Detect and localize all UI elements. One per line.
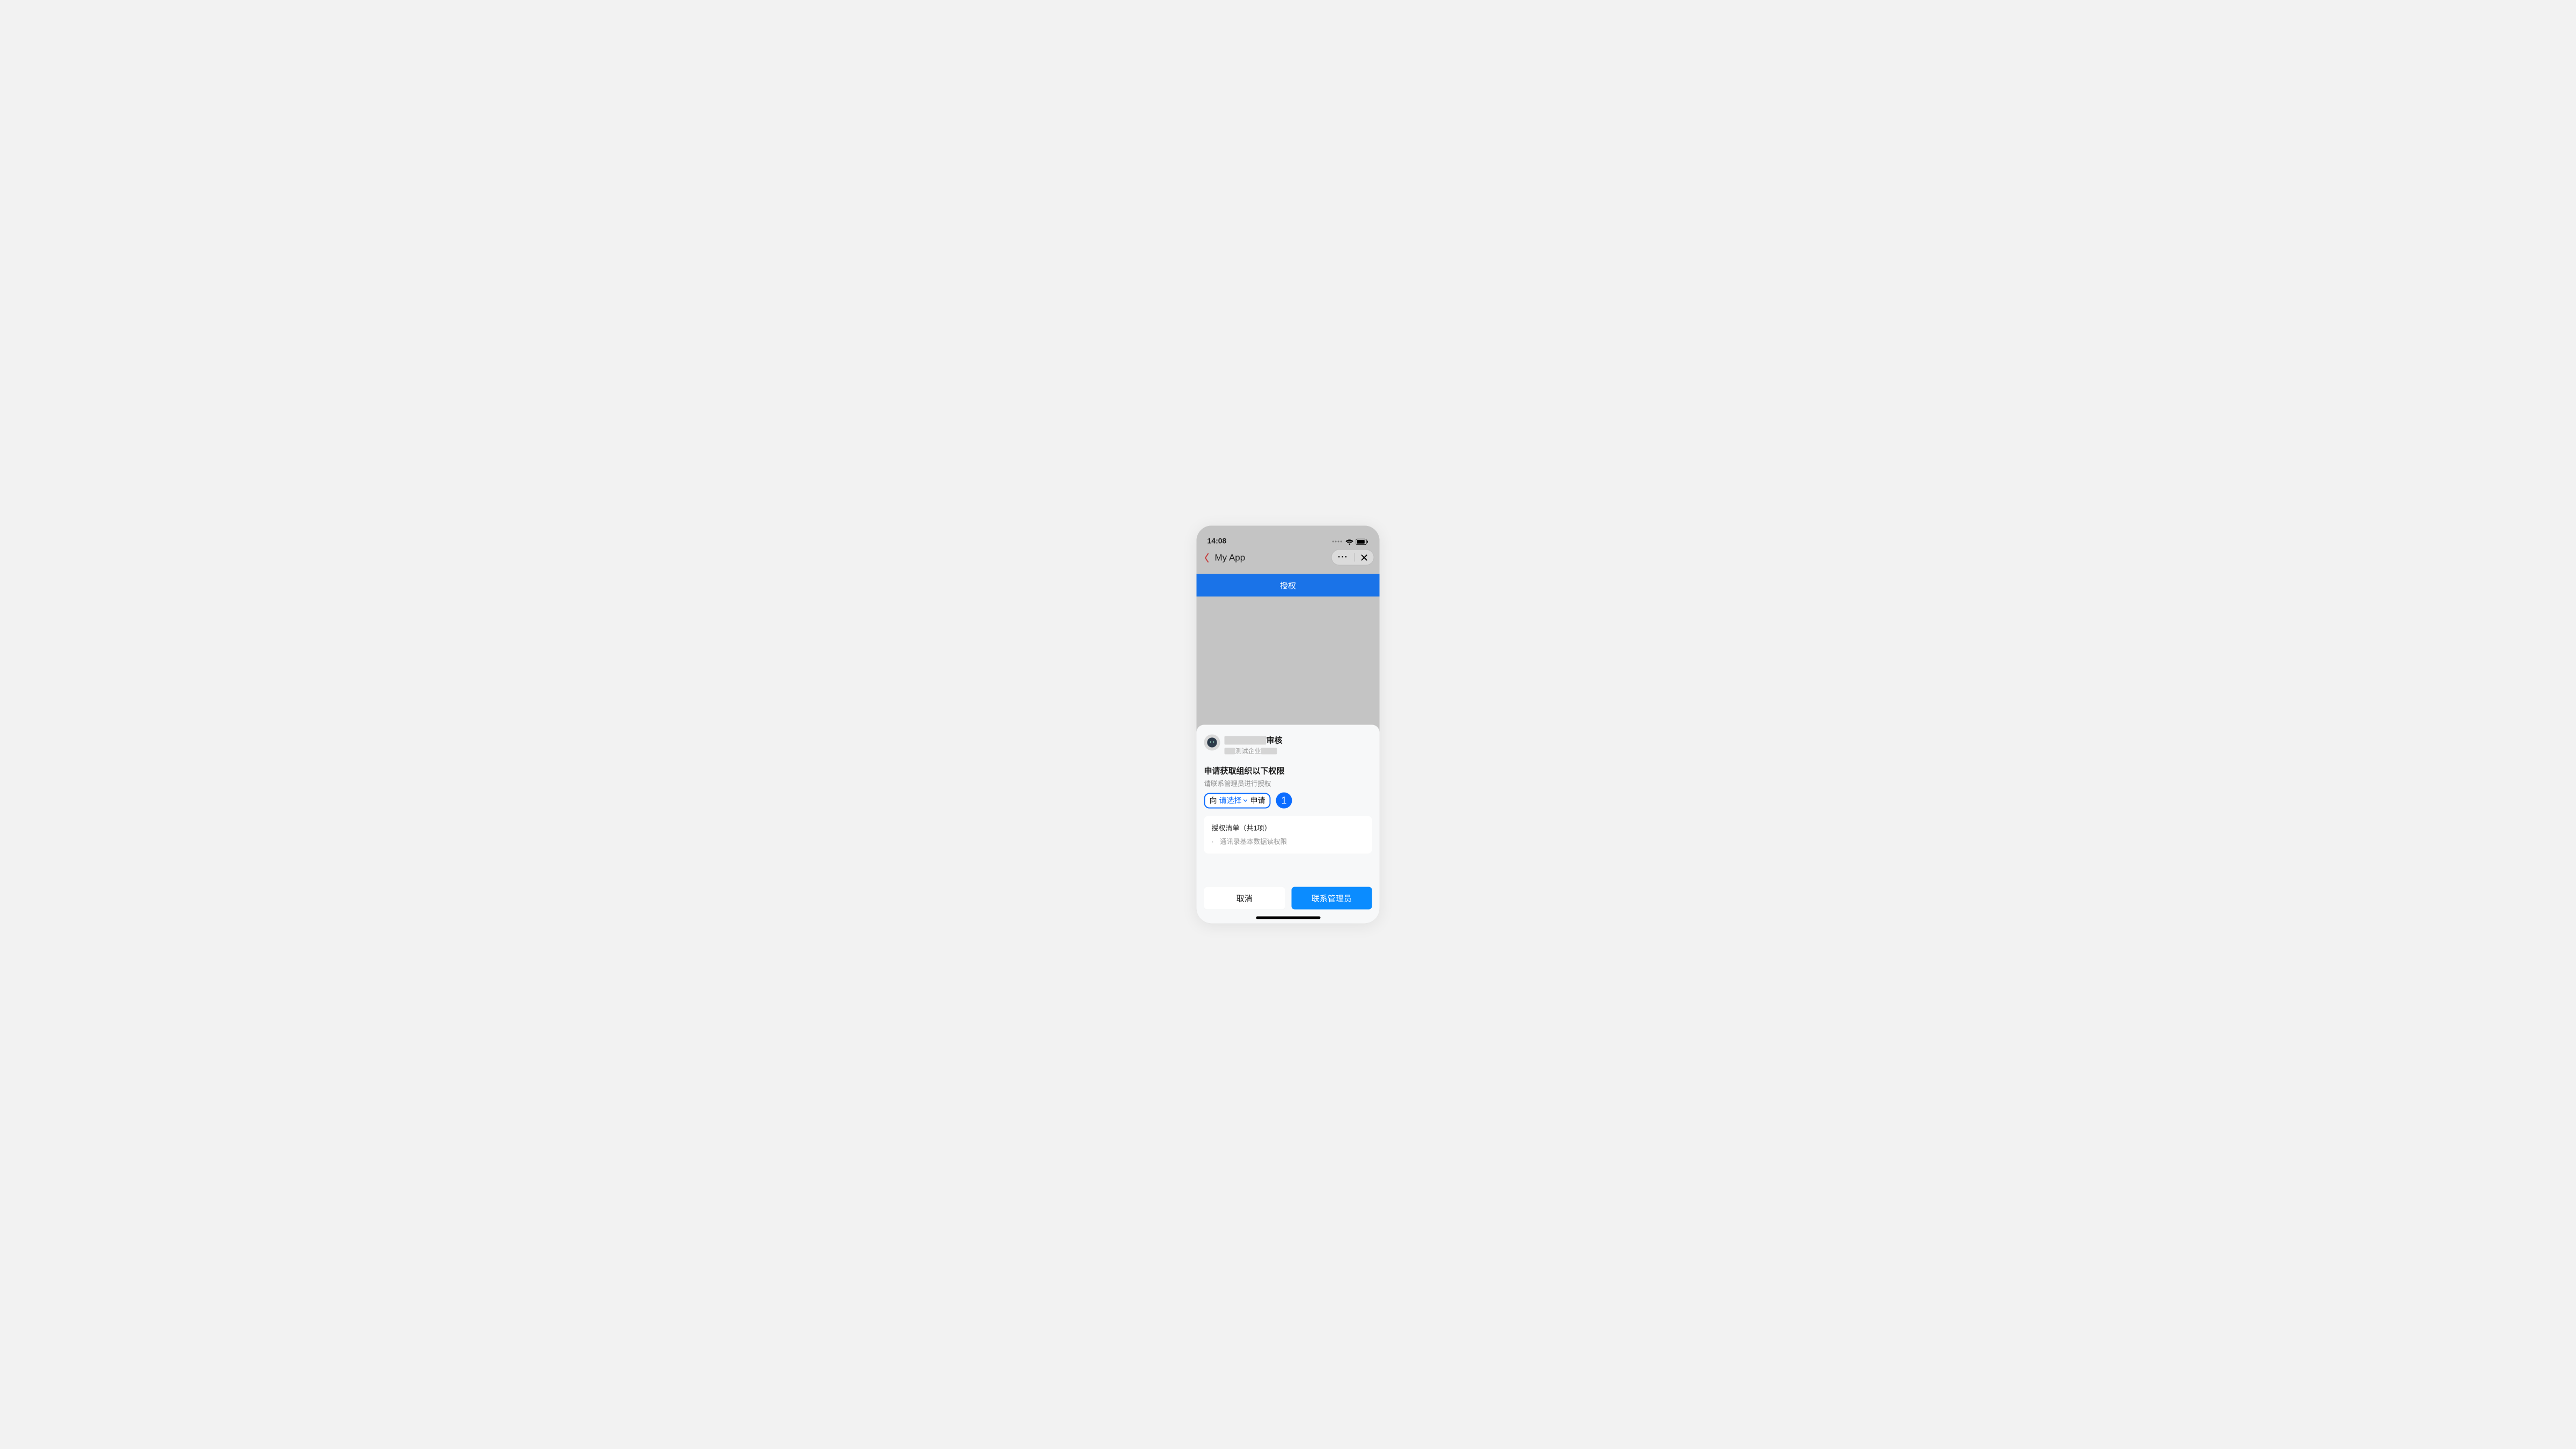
select-row: 向 请选择 申请 1 bbox=[1204, 793, 1372, 809]
admin-select-dropdown[interactable]: 请选择 bbox=[1219, 795, 1248, 806]
app-avatar bbox=[1204, 735, 1220, 751]
request-subtitle: 请联系管理员进行授权 bbox=[1204, 778, 1372, 788]
chevron-down-icon bbox=[1243, 797, 1248, 803]
more-icon[interactable]: ··· bbox=[1338, 553, 1348, 562]
redacted-app-name: xxxx bbox=[1225, 736, 1267, 744]
phone-frame: 14:08 My App ··· 授权 bbox=[1197, 526, 1380, 924]
step-number: 1 bbox=[1281, 795, 1286, 806]
battery-icon bbox=[1356, 538, 1369, 545]
mini-program-capsule: ··· bbox=[1331, 550, 1374, 566]
contact-label: 联系管理员 bbox=[1312, 892, 1352, 904]
nav-bar: My App ··· bbox=[1197, 546, 1380, 570]
app-subtitle: 测试企业 bbox=[1235, 747, 1261, 756]
permission-card: 授权清单（共1项） 通讯录基本数据读权限 bbox=[1204, 816, 1372, 854]
button-row: 取消 联系管理员 bbox=[1204, 887, 1372, 910]
cellular-icon bbox=[1333, 541, 1342, 543]
admin-select-pill[interactable]: 向 请选择 申请 bbox=[1204, 793, 1271, 808]
permission-sheet: xxxx 审核 x 测试企业 x 申请获取组织以下权限 请联系管理员进行授权 向 bbox=[1197, 725, 1380, 924]
back-icon[interactable] bbox=[1202, 553, 1212, 563]
authorize-label: 授权 bbox=[1280, 580, 1296, 591]
step-badge-1: 1 bbox=[1276, 793, 1292, 809]
app-name-suffix: 审核 bbox=[1267, 735, 1283, 746]
capsule-divider bbox=[1354, 553, 1355, 562]
request-title: 申请获取组织以下权限 bbox=[1204, 765, 1372, 777]
redacted-org-prefix: x bbox=[1225, 748, 1235, 754]
requesting-app: xxxx 审核 x 测试企业 x bbox=[1204, 735, 1372, 756]
status-right bbox=[1333, 538, 1369, 545]
permission-item: 通讯录基本数据读权限 bbox=[1212, 836, 1365, 846]
status-time: 14:08 bbox=[1208, 537, 1227, 545]
close-icon[interactable] bbox=[1360, 554, 1367, 561]
redacted-org-suffix: x bbox=[1261, 748, 1277, 754]
nav-title: My App bbox=[1215, 553, 1246, 564]
authorize-button[interactable]: 授权 bbox=[1197, 574, 1380, 597]
select-suffix: 申请 bbox=[1250, 795, 1265, 806]
contact-admin-button[interactable]: 联系管理员 bbox=[1291, 887, 1372, 910]
canvas: 14:08 My App ··· 授权 bbox=[897, 505, 1679, 945]
cancel-button[interactable]: 取消 bbox=[1204, 887, 1285, 910]
wifi-icon bbox=[1345, 538, 1354, 545]
select-placeholder: 请选择 bbox=[1219, 795, 1242, 806]
status-bar: 14:08 bbox=[1197, 526, 1380, 546]
select-prefix: 向 bbox=[1210, 795, 1217, 806]
permission-list-title: 授权清单（共1项） bbox=[1212, 823, 1365, 833]
cancel-label: 取消 bbox=[1236, 892, 1253, 904]
cat-icon bbox=[1206, 737, 1218, 749]
home-indicator bbox=[1256, 917, 1320, 919]
